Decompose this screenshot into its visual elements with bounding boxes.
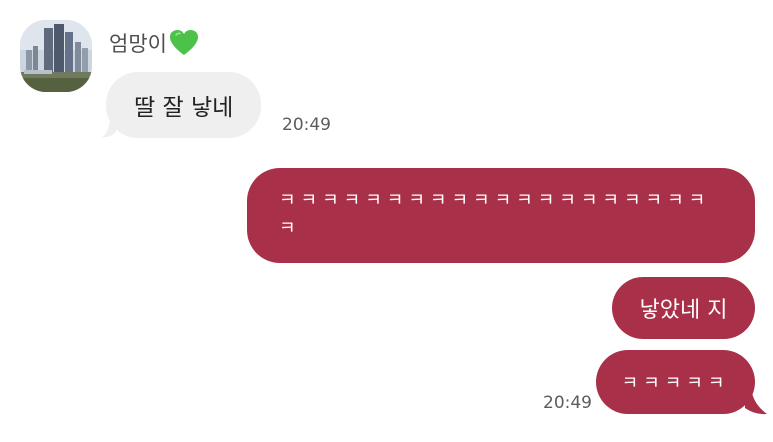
contact-name: 엄망이 bbox=[109, 32, 167, 56]
message-text: ㅋㅋㅋㅋㅋㅋㅋㅋㅋㅋㅋㅋㅋㅋㅋㅋㅋㅋㅋㅋㅋ bbox=[279, 190, 711, 239]
message-timestamp: 20:49 bbox=[282, 115, 331, 135]
contact-name-row: 엄망이 bbox=[109, 28, 199, 58]
message-text: 딸 잘 낳네 bbox=[134, 95, 234, 121]
city-skyline-photo bbox=[20, 20, 92, 92]
incoming-message-bubble[interactable]: 딸 잘 낳네 bbox=[106, 72, 262, 138]
green-heart-icon bbox=[169, 29, 199, 57]
message-text: 낳았네 지 bbox=[639, 298, 728, 323]
outgoing-message-bubble[interactable]: 낳았네 지 bbox=[612, 277, 755, 339]
outgoing-message-bubble[interactable]: ㅋㅋㅋㅋㅋ bbox=[596, 350, 755, 414]
contact-avatar[interactable] bbox=[20, 20, 92, 92]
message-timestamp: 20:49 bbox=[543, 393, 592, 413]
message-text: ㅋㅋㅋㅋㅋ bbox=[621, 373, 730, 394]
outgoing-message-bubble[interactable]: ㅋㅋㅋㅋㅋㅋㅋㅋㅋㅋㅋㅋㅋㅋㅋㅋㅋㅋㅋㅋㅋ bbox=[247, 168, 755, 263]
